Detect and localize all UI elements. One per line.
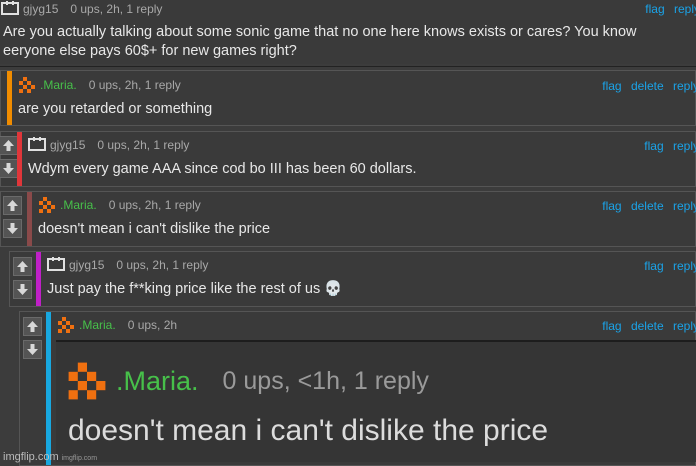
robot-avatar-icon (1, 1, 19, 15)
embedded-meta: 0 ups, <1h, 1 reply (222, 366, 429, 395)
downvote-button[interactable] (13, 280, 32, 299)
arrow-up-icon (27, 321, 38, 332)
embedded-header: .Maria. 0 ups, <1h, 1 reply (64, 362, 429, 400)
comment-meta: 0 ups, 2h, 1 reply (88, 78, 181, 92)
delete-link[interactable]: delete (631, 79, 664, 93)
vote-controls (13, 257, 32, 303)
comment-actions: flag reply (638, 139, 696, 153)
username[interactable]: .Maria. (40, 78, 77, 92)
flag-link[interactable]: flag (645, 2, 664, 16)
comment-5-header: gjyg15 0 ups, 2h, 1 reply (46, 257, 208, 273)
pixel-avatar-icon (19, 77, 35, 93)
comment-meta: 0 ups, 2h (127, 318, 178, 332)
downvote-button[interactable] (0, 159, 18, 178)
comment-actions: flag delete reply (596, 79, 696, 93)
watermark-main: imgflip.com (3, 451, 59, 463)
watermark: imgflip.com imgflip.com (3, 451, 97, 463)
comment-actions: flag reply (639, 2, 696, 16)
arrow-down-icon (3, 163, 14, 174)
username[interactable]: gjyg15 (69, 258, 104, 272)
comment-1: gjyg15 0 ups, 2h, 1 reply flag reply Are… (0, 0, 696, 64)
reply-link[interactable]: reply (673, 259, 696, 273)
robot-avatar-icon (47, 257, 65, 271)
thread-bar (17, 132, 22, 186)
flag-link[interactable]: flag (644, 259, 663, 273)
comment-3: gjyg15 0 ups, 2h, 1 reply flag reply Wdy… (0, 131, 696, 187)
comment-text: are you retarded or something (18, 101, 213, 117)
thread-bar (7, 71, 12, 125)
username[interactable]: .Maria. (79, 318, 116, 332)
arrow-up-icon (17, 261, 28, 272)
comment-2-header: .Maria. 0 ups, 2h, 1 reply (17, 77, 181, 93)
comment-actions: flag delete reply (596, 319, 696, 333)
pixel-avatar-icon (39, 197, 55, 213)
comment-meta: 0 ups, 2h, 1 reply (97, 138, 190, 152)
comment-actions: flag reply (638, 259, 696, 273)
comment-meta: 0 ups, 2h, 1 reply (108, 198, 201, 212)
delete-link[interactable]: delete (631, 199, 664, 213)
comment-meta: 0 ups, 2h, 1 reply (116, 258, 209, 272)
flag-link[interactable]: flag (602, 199, 621, 213)
arrow-up-icon (3, 140, 14, 151)
vote-controls (23, 317, 42, 363)
username[interactable]: gjyg15 (50, 138, 85, 152)
pixel-avatar-icon (58, 317, 74, 333)
reply-link[interactable]: reply (673, 79, 696, 93)
upvote-button[interactable] (3, 196, 22, 215)
arrow-up-icon (7, 200, 18, 211)
downvote-button[interactable] (23, 340, 42, 359)
comment-2: .Maria. 0 ups, 2h, 1 reply flag delete r… (0, 70, 696, 126)
vote-controls (3, 196, 22, 242)
arrow-down-icon (17, 284, 28, 295)
reply-link[interactable]: reply (673, 139, 696, 153)
comment-5: gjyg15 0 ups, 2h, 1 reply flag reply Jus… (9, 251, 696, 307)
embedded-username: .Maria. (116, 365, 199, 396)
username[interactable]: .Maria. (60, 198, 97, 212)
comment-text: Are you actually talking about some soni… (3, 24, 637, 59)
upvote-button[interactable] (23, 317, 42, 336)
comment-meta: 0 ups, 2h, 1 reply (70, 2, 163, 16)
upvote-button[interactable] (0, 136, 18, 155)
arrow-down-icon (7, 223, 18, 234)
comment-4-header: .Maria. 0 ups, 2h, 1 reply (37, 197, 201, 213)
thread-bar (27, 192, 32, 246)
comment-3-header: gjyg15 0 ups, 2h, 1 reply (27, 137, 189, 153)
upvote-button[interactable] (13, 257, 32, 276)
reply-link[interactable]: reply (673, 319, 696, 333)
comment-4: .Maria. 0 ups, 2h, 1 reply flag delete r… (0, 191, 696, 247)
downvote-button[interactable] (3, 219, 22, 238)
comment-6-header: .Maria. 0 ups, 2h (56, 317, 177, 333)
robot-avatar-icon (28, 137, 46, 151)
thread-bar (46, 312, 51, 465)
comment-text: Wdym every game AAA since cod bo III has… (28, 161, 417, 177)
vote-controls (0, 136, 18, 182)
arrow-down-icon (27, 344, 38, 355)
thread-bar (36, 252, 41, 306)
flag-link[interactable]: flag (602, 79, 621, 93)
delete-link[interactable]: delete (631, 319, 664, 333)
watermark-small: imgflip.com (61, 455, 98, 462)
comment-text: Just pay the f**king price like the rest… (47, 281, 343, 297)
comment-text: doesn't mean i can't dislike the price (38, 221, 271, 237)
comment-actions: flag delete reply (596, 199, 696, 213)
reply-link[interactable]: reply (674, 2, 696, 16)
username[interactable]: gjyg15 (23, 2, 58, 16)
comment-1-header: gjyg15 0 ups, 2h, 1 reply (0, 1, 162, 17)
flag-link[interactable]: flag (602, 319, 621, 333)
divider (0, 66, 696, 67)
embedded-screenshot: .Maria. 0 ups, <1h, 1 reply doesn't mean… (56, 340, 696, 462)
pixel-avatar-icon (68, 362, 106, 400)
reply-link[interactable]: reply (673, 199, 696, 213)
flag-link[interactable]: flag (644, 139, 663, 153)
embedded-text: doesn't mean i can't dislike the price (68, 414, 549, 447)
